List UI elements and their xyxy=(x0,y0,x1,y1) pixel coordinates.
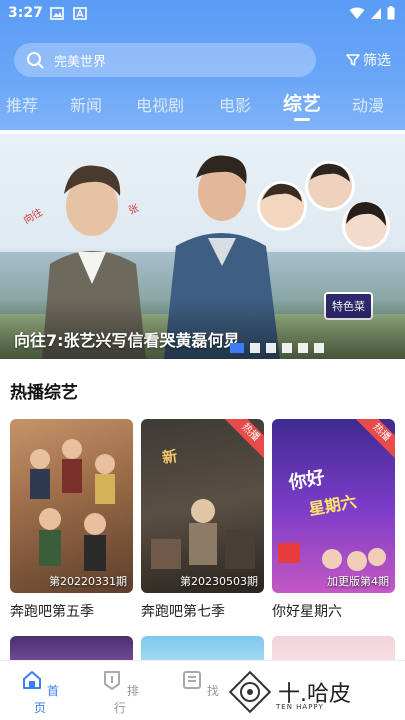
image-notification-icon xyxy=(50,7,64,20)
category-tabs: 推荐 新闻 电视剧 电影 综艺 动漫 xyxy=(0,88,405,122)
battery-icon xyxy=(387,6,395,20)
wifi-icon xyxy=(349,7,365,19)
filter-label: 筛选 xyxy=(363,53,391,69)
filter-button[interactable]: 筛选 xyxy=(346,47,391,73)
pagination-dot[interactable] xyxy=(298,343,308,353)
filter-icon xyxy=(346,54,360,66)
status-time: 3:27 xyxy=(8,5,43,21)
nav-find[interactable]: 找 xyxy=(180,669,220,699)
find-icon xyxy=(183,671,202,689)
show-poster: 新 热播 第20230503期 xyxy=(141,419,264,593)
svg-text:新: 新 xyxy=(161,447,178,467)
pagination-dot[interactable] xyxy=(230,343,244,353)
show-poster: 你好 星期六 热播 加更版第4期 xyxy=(272,419,395,593)
show-poster: 第20220331期 xyxy=(10,419,133,593)
rank-icon xyxy=(104,671,121,690)
header: 3:27 完美世界 筛选 推荐 新闻 电视剧 电影 综艺 动漫 xyxy=(0,0,405,130)
tab-variety[interactable]: 综艺 xyxy=(283,89,321,116)
poster-art: 新 xyxy=(151,447,255,569)
home-icon xyxy=(23,671,42,689)
tab-news[interactable]: 新闻 xyxy=(70,92,102,116)
text-notification-icon xyxy=(73,7,87,20)
svg-text:你好: 你好 xyxy=(286,466,326,494)
svg-text:星期六: 星期六 xyxy=(307,492,358,519)
poster-art xyxy=(30,439,115,571)
status-bar: 3:27 xyxy=(0,0,405,30)
pagination-dot[interactable] xyxy=(266,343,276,353)
tab-movies[interactable]: 电影 xyxy=(219,92,251,116)
banner-caption: 向往7:张艺兴写信看哭黄磊何炅 xyxy=(14,331,240,350)
episode-label: 加更版第4期 xyxy=(327,575,389,588)
watermark-emblem-icon xyxy=(228,670,272,714)
episode-label: 第20230503期 xyxy=(180,575,258,588)
pagination-dot[interactable] xyxy=(282,343,292,353)
signal-icon xyxy=(371,7,381,19)
tab-recommend[interactable]: 推荐 xyxy=(6,92,38,116)
search-placeholder: 完美世界 xyxy=(54,54,107,70)
pagination-dot[interactable] xyxy=(250,343,260,353)
episode-label: 第20220331期 xyxy=(49,575,127,588)
section-title: 热播综艺 xyxy=(10,383,78,403)
watermark-subtext: TEN HAPPY xyxy=(276,703,324,711)
banner-pagination xyxy=(230,343,324,353)
tab-anime[interactable]: 动漫 xyxy=(352,92,384,116)
search-icon xyxy=(27,52,44,69)
hero-banner[interactable]: 向往 张 特色菜 向往7:张艺兴写信看哭黄磊何炅 xyxy=(0,134,405,359)
active-tab-indicator xyxy=(294,118,310,121)
show-title: 奔跑吧第七季 xyxy=(141,604,225,620)
nav-rank[interactable]: 排行 xyxy=(100,669,140,716)
show-card[interactable]: 你好 星期六 热播 加更版第4期 你好星期六 xyxy=(272,419,395,621)
show-title: 奔跑吧第五季 xyxy=(10,604,94,620)
svg-text:向往: 向往 xyxy=(21,205,45,226)
show-card[interactable]: 第20220331期 奔跑吧第五季 xyxy=(10,419,133,621)
poster-art: 你好 星期六 xyxy=(278,466,386,571)
pagination-dot[interactable] xyxy=(314,343,324,353)
nav-home[interactable]: 首页 xyxy=(20,669,60,716)
nav-find-label: 找 xyxy=(206,684,219,698)
show-title: 你好星期六 xyxy=(272,604,342,620)
show-card[interactable]: 新 热播 第20230503期 奔跑吧第七季 xyxy=(141,419,264,621)
search-bar[interactable]: 完美世界 xyxy=(14,43,316,77)
tab-tv-series[interactable]: 电视剧 xyxy=(136,92,184,116)
watermark-logo: 十.哈皮 TEN HAPPY xyxy=(228,670,351,714)
svg-text:张: 张 xyxy=(127,202,141,217)
status-icons xyxy=(349,6,395,20)
